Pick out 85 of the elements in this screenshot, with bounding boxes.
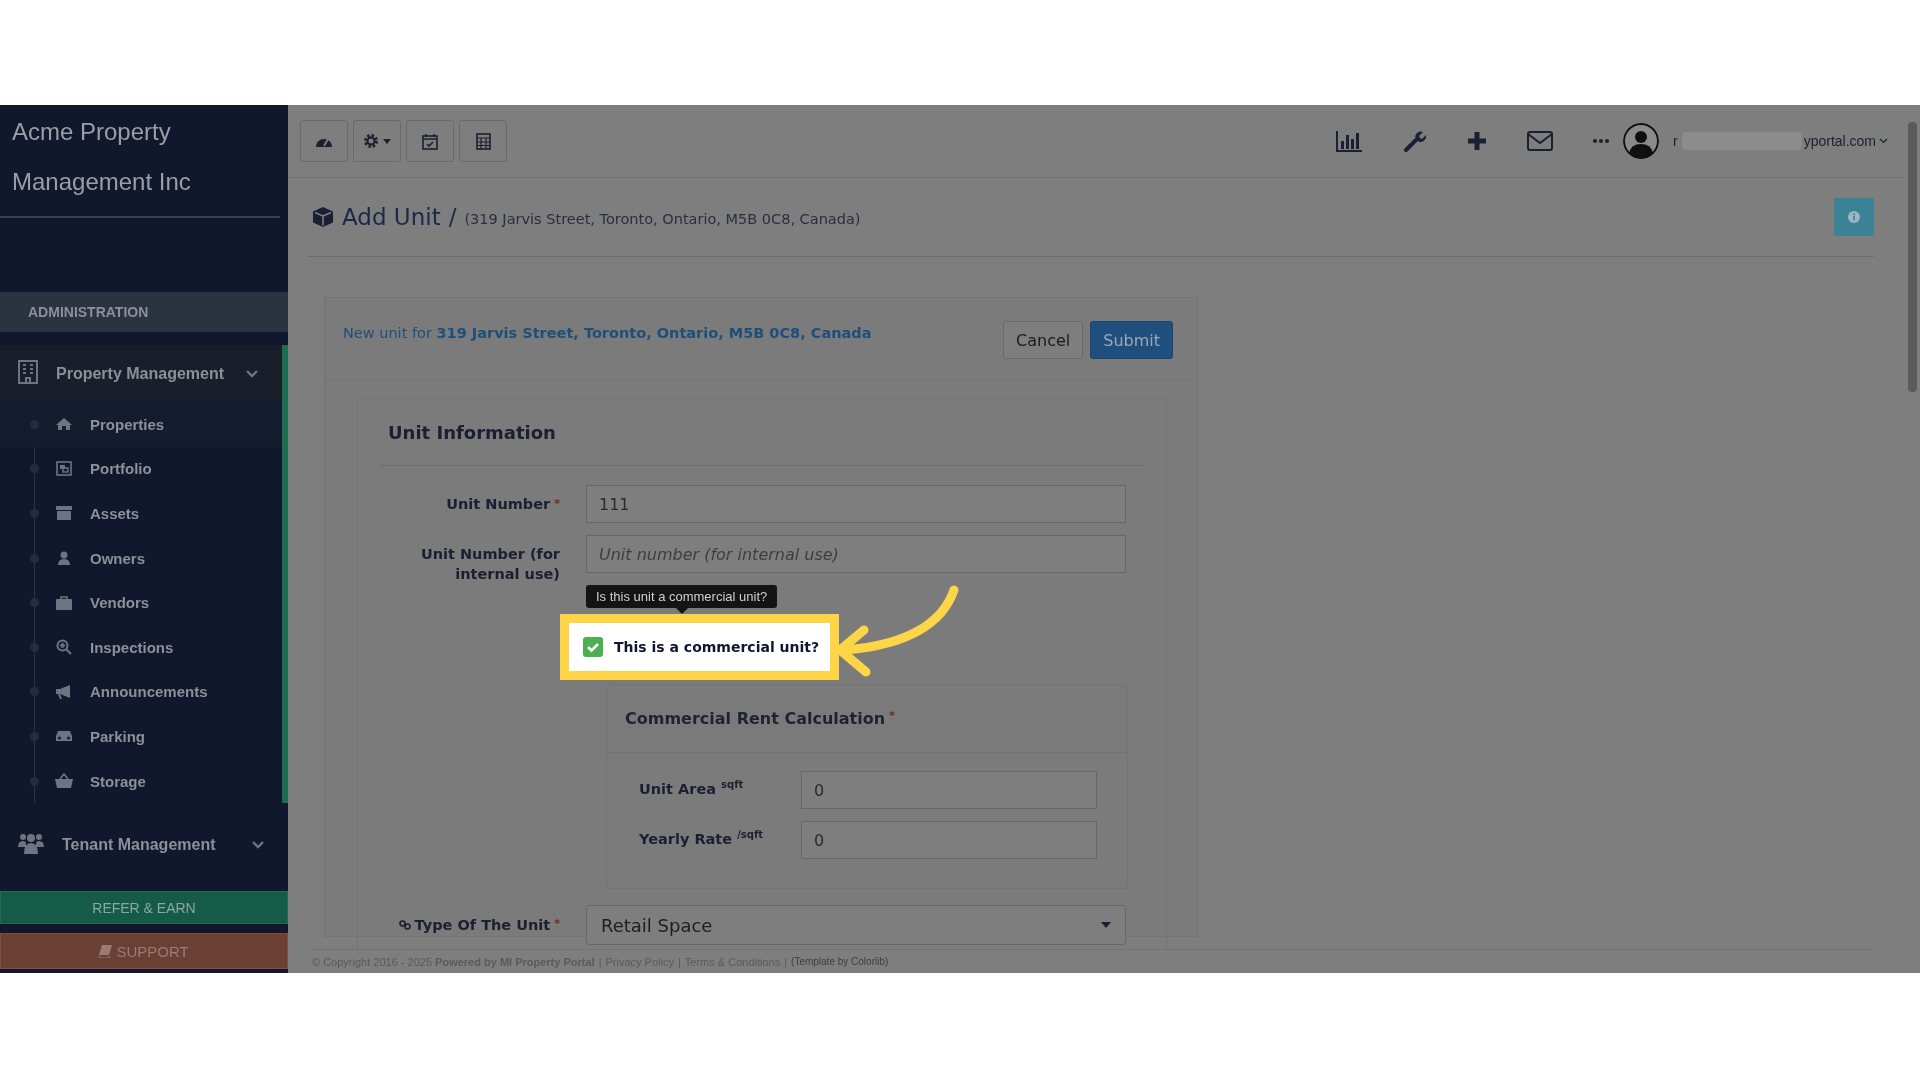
users-icon bbox=[18, 831, 44, 854]
book-icon bbox=[99, 944, 113, 958]
sidebar-item[interactable]: Properties bbox=[0, 402, 282, 447]
sidebar-item[interactable]: Parking bbox=[0, 714, 282, 759]
car-icon bbox=[55, 729, 73, 744]
settings-button[interactable] bbox=[353, 120, 401, 162]
refer-earn-button[interactable]: REFER & EARN bbox=[0, 891, 288, 924]
bullhorn-icon bbox=[55, 683, 73, 700]
section-title: Unit Information bbox=[380, 399, 1144, 466]
envelope-icon[interactable] bbox=[1526, 131, 1553, 151]
breadcrumb-separator: / bbox=[448, 204, 457, 230]
calendar-icon bbox=[422, 132, 438, 150]
footer-separator: | bbox=[784, 955, 788, 968]
caret-icon bbox=[383, 138, 391, 144]
submit-button[interactable]: Submit bbox=[1090, 321, 1173, 359]
section-header: ADMINISTRATION bbox=[0, 292, 288, 332]
field-label: Unit Number (for internal use) bbox=[419, 545, 560, 584]
cancel-button[interactable]: Cancel bbox=[1003, 321, 1084, 359]
field-label: Type Of The Unit * bbox=[380, 917, 560, 933]
text-field[interactable]: 111 bbox=[586, 485, 1126, 523]
sidebar-item[interactable]: Announcements bbox=[0, 669, 282, 715]
sidebar-item[interactable]: Portfolio bbox=[0, 446, 282, 492]
tooltip: Is this unit a commercial unit? bbox=[586, 585, 778, 614]
settings-icon bbox=[363, 133, 379, 149]
cube-icon bbox=[312, 206, 334, 228]
sidebar-item[interactable]: Inspections bbox=[0, 624, 282, 670]
bullet-dot bbox=[30, 687, 39, 697]
text-field[interactable]: Unit number (for internal use) bbox=[586, 535, 1126, 573]
footer-separator: | bbox=[598, 955, 602, 968]
checkbox-label[interactable]: This is a commercial unit? bbox=[614, 639, 820, 655]
plus-icon[interactable] bbox=[1466, 131, 1487, 151]
field-label: Yearly Rate $^{/sqft}$ bbox=[639, 828, 765, 847]
chevron-icon bbox=[246, 369, 258, 378]
bullet-dot bbox=[30, 642, 39, 652]
user-email: yportal.com bbox=[1803, 133, 1876, 149]
checkbox[interactable] bbox=[583, 637, 603, 657]
bullet-dot bbox=[30, 731, 39, 741]
property-address: (319 Jarvis Street, Toronto, Ontario, M5B 0C8, Canada) bbox=[464, 211, 862, 227]
wrench-icon[interactable] bbox=[1402, 129, 1427, 153]
page-title: Add Unit bbox=[342, 204, 441, 230]
home-icon bbox=[55, 417, 73, 432]
bar-chart-icon[interactable] bbox=[1334, 130, 1363, 152]
bullet-dot bbox=[30, 776, 39, 786]
caret-icon bbox=[1101, 922, 1111, 928]
caret-icon bbox=[1879, 138, 1888, 144]
sidebar-item[interactable]: Assets bbox=[0, 491, 282, 536]
number-field[interactable]: 0 bbox=[801, 771, 1097, 809]
panel-title: Commercial Rent Calculation * bbox=[625, 709, 895, 728]
sidebar-item[interactable]: Vendors bbox=[0, 580, 282, 625]
footer-separator: | bbox=[677, 955, 681, 968]
field-label: Unit Number * bbox=[445, 495, 560, 514]
bullet-dot bbox=[30, 464, 39, 474]
info-icon bbox=[1848, 211, 1860, 223]
sidebar-item[interactable]: Storage bbox=[0, 758, 282, 804]
zoom-icon bbox=[56, 639, 72, 656]
sidebar-item[interactable]: Owners bbox=[0, 535, 282, 581]
calendar-button[interactable] bbox=[406, 120, 454, 162]
more-icon[interactable] bbox=[1592, 139, 1609, 143]
briefcase-icon bbox=[56, 595, 72, 610]
chevron-icon bbox=[252, 840, 264, 849]
archive-icon bbox=[56, 506, 72, 521]
building-icon bbox=[18, 359, 38, 384]
sidebar-group[interactable]: Tenant Management bbox=[0, 816, 288, 874]
user-icon bbox=[58, 551, 70, 566]
dashboard-button[interactable] bbox=[300, 120, 348, 162]
sidebar-group[interactable]: Property Management bbox=[0, 345, 288, 402]
number-field[interactable]: 0 bbox=[801, 821, 1097, 859]
calculator-button[interactable] bbox=[459, 120, 507, 162]
user-email: r bbox=[1672, 133, 1678, 149]
tooltip-pointer-icon bbox=[675, 608, 688, 614]
field-label: Unit Area $^{sqft}$ bbox=[639, 778, 745, 797]
intro-text: New unit for 319 Jarvis Street, Toronto, Ontario, M5B 0C8, Canada bbox=[343, 325, 873, 341]
link-icon bbox=[398, 920, 411, 930]
template-credit: (Template by Colorlib) bbox=[791, 956, 889, 967]
avatar-icon[interactable] bbox=[1622, 123, 1659, 159]
portfolio-icon bbox=[55, 460, 73, 478]
company-name: Acme Property Management Inc bbox=[0, 105, 280, 218]
scrollbar-thumb[interactable] bbox=[1908, 122, 1917, 392]
bullet-dot bbox=[30, 598, 39, 608]
calculator-icon bbox=[475, 132, 491, 150]
unit-type-dropdown[interactable]: Retail Space bbox=[586, 905, 1126, 945]
bullet-dot bbox=[30, 509, 39, 518]
user-menu[interactable]: r yportal.com bbox=[1672, 132, 1888, 150]
bullet-dot bbox=[30, 553, 39, 563]
basket-icon bbox=[55, 773, 73, 790]
